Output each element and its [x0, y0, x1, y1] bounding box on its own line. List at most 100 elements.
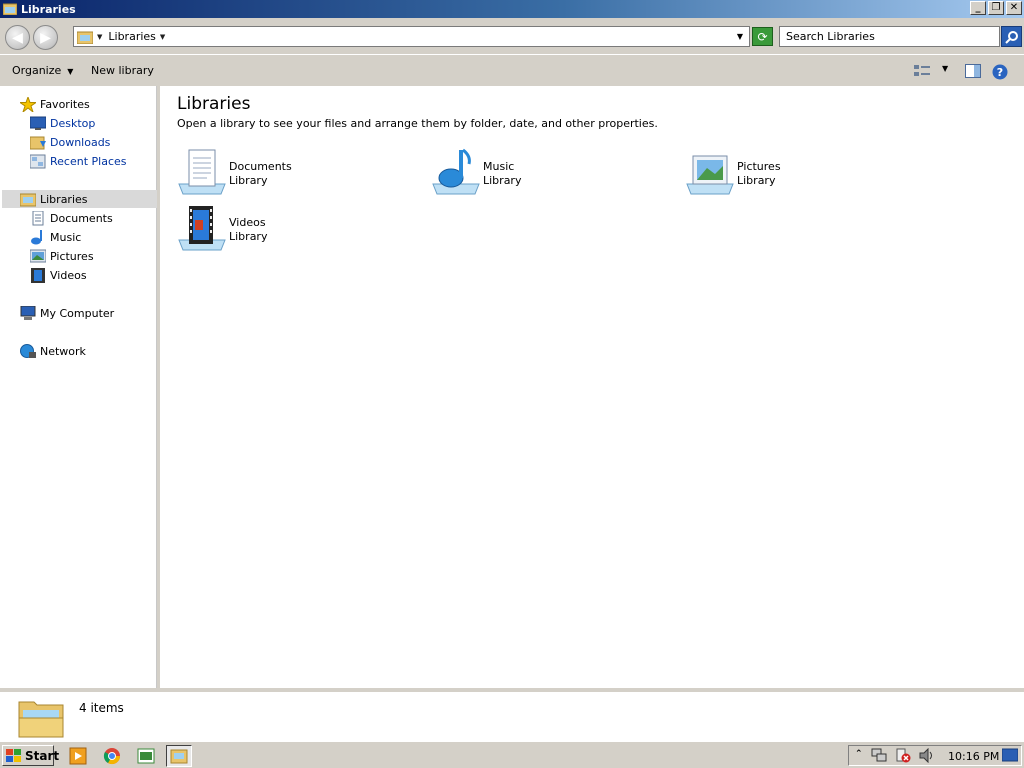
chrome-icon[interactable]: [99, 745, 125, 767]
address-bar: ◀ ▶ ▼ Libraries ▼ ▼ ⟳ Search Libraries: [0, 18, 1024, 54]
new-library-button[interactable]: New library: [91, 64, 154, 77]
close-button[interactable]: ✕: [1006, 1, 1022, 15]
view-dropdown-icon[interactable]: ▼: [942, 64, 958, 78]
system-tray: ⌃ 10:16 PM: [848, 745, 1022, 766]
page-description: Open a library to see your files and arr…: [177, 117, 658, 130]
show-hidden-icons-button[interactable]: ⌃: [855, 749, 863, 759]
window-title: Libraries: [21, 2, 76, 16]
nav-item-label: Music: [50, 230, 82, 244]
nav-item-music[interactable]: Music: [30, 228, 81, 246]
page-title: Libraries: [177, 94, 251, 114]
media-player-icon[interactable]: [65, 745, 91, 767]
volume-icon[interactable]: [919, 747, 935, 766]
library-kind: Library: [229, 174, 268, 187]
nav-item-label: Recent Places: [50, 154, 127, 168]
nav-item-pictures[interactable]: Pictures: [29, 247, 94, 265]
libraries-folder-icon: [2, 3, 18, 16]
nav-item-desktop[interactable]: Desktop: [29, 114, 95, 132]
back-arrow-icon: ◀: [12, 29, 23, 46]
documents-icon: [30, 210, 46, 226]
nav-item-label: Pictures: [50, 249, 94, 263]
library-name: Pictures: [737, 160, 781, 173]
forward-arrow-icon: ▶: [40, 29, 51, 46]
maximize-button[interactable]: ❐: [988, 1, 1004, 15]
nav-favorites-label: Favorites: [40, 97, 90, 111]
star-icon: [18, 95, 38, 113]
library-kind: Library: [483, 174, 522, 187]
content-pane: Libraries Open a library to see your fil…: [160, 86, 1024, 688]
libraries-folder-icon: [170, 749, 188, 764]
nav-my-computer[interactable]: My Computer: [20, 304, 114, 322]
library-name: Music: [483, 160, 515, 173]
action-center-icon[interactable]: [895, 748, 911, 766]
nav-my-computer-label: My Computer: [40, 306, 115, 320]
forward-button[interactable]: ▶: [33, 25, 58, 50]
documents-library-icon: [177, 148, 227, 196]
music-library-icon: [431, 148, 481, 196]
network-status-icon[interactable]: [871, 748, 887, 766]
libraries-folder-icon: [77, 30, 93, 44]
clock[interactable]: 10:16 PM: [948, 750, 999, 763]
svg-text:?: ?: [997, 66, 1003, 79]
search-input[interactable]: Search Libraries: [779, 26, 1000, 47]
refresh-button[interactable]: ⟳: [752, 27, 773, 46]
search-icon: [1004, 30, 1018, 44]
address-field[interactable]: ▼ Libraries ▼ ▼: [73, 26, 750, 47]
item-count: 4 items: [79, 701, 124, 715]
nav-network-label: Network: [40, 344, 86, 358]
library-kind: Library: [229, 230, 268, 243]
library-tile-videos[interactable]: Videos Library: [177, 204, 417, 254]
help-icon[interactable]: ?: [992, 64, 1008, 80]
view-options-icon[interactable]: [914, 64, 930, 78]
library-tile-pictures[interactable]: Pictures Library: [685, 148, 925, 198]
chevron-down-icon: ▼: [67, 67, 74, 76]
libraries-folder-icon: [18, 696, 64, 738]
organize-label: Organize: [12, 64, 62, 77]
minimize-button[interactable]: _: [970, 1, 986, 15]
library-kind: Library: [737, 174, 776, 187]
library-name: Videos: [229, 216, 266, 229]
downloads-folder-icon: [29, 135, 46, 150]
preview-pane-icon[interactable]: [965, 64, 981, 78]
library-tile-music[interactable]: Music Library: [431, 148, 671, 198]
desktop-icon: [29, 116, 47, 131]
nav-item-documents[interactable]: Documents: [30, 209, 113, 227]
windows-logo-icon: [6, 748, 22, 763]
pictures-icon: [29, 249, 47, 264]
details-pane: 4 items: [0, 688, 1024, 741]
film-strip-icon: [30, 267, 46, 283]
command-bar: Organize ▼ New library ▼ ?: [0, 54, 1024, 86]
libraries-folder-icon: [19, 192, 37, 207]
breadcrumb-arrow-icon[interactable]: ▼: [97, 33, 102, 41]
back-button[interactable]: ◀: [5, 25, 30, 50]
refresh-icon: ⟳: [757, 29, 768, 44]
minimize-icon: _: [975, 2, 981, 13]
start-button[interactable]: Start: [2, 745, 59, 766]
title-bar: Libraries _ ❐ ✕: [0, 0, 1024, 18]
nav-item-label: Documents: [50, 211, 113, 225]
close-icon: ✕: [1009, 2, 1019, 13]
explorer-taskbar-button[interactable]: [166, 745, 192, 767]
nav-libraries[interactable]: Libraries: [2, 190, 157, 208]
nav-item-videos[interactable]: Videos: [30, 266, 87, 284]
library-tile-documents[interactable]: Documents Library: [177, 148, 417, 198]
videos-library-icon: [177, 204, 227, 252]
terminal-icon[interactable]: [133, 745, 159, 767]
nav-item-downloads[interactable]: Downloads: [29, 133, 110, 151]
nav-network[interactable]: Network: [20, 342, 86, 360]
show-desktop-icon[interactable]: [1001, 748, 1019, 766]
taskbar: Start ⌃ 10:16 PM: [0, 741, 1024, 768]
nav-favorites[interactable]: Favorites: [18, 95, 90, 113]
library-name: Documents: [229, 160, 292, 173]
computer-icon: [20, 305, 36, 321]
breadcrumb-libraries[interactable]: Libraries: [108, 30, 156, 43]
pictures-library-icon: [685, 148, 735, 196]
search-button[interactable]: [1001, 26, 1022, 47]
organize-menu[interactable]: Organize ▼: [12, 64, 73, 77]
recent-places-icon: [29, 154, 46, 169]
nav-item-recent-places[interactable]: Recent Places: [29, 152, 127, 170]
nav-libraries-label: Libraries: [40, 192, 88, 206]
music-note-icon: [30, 229, 46, 245]
address-dropdown-icon[interactable]: ▼: [737, 32, 743, 41]
breadcrumb-chevron-icon[interactable]: ▼: [160, 33, 165, 41]
